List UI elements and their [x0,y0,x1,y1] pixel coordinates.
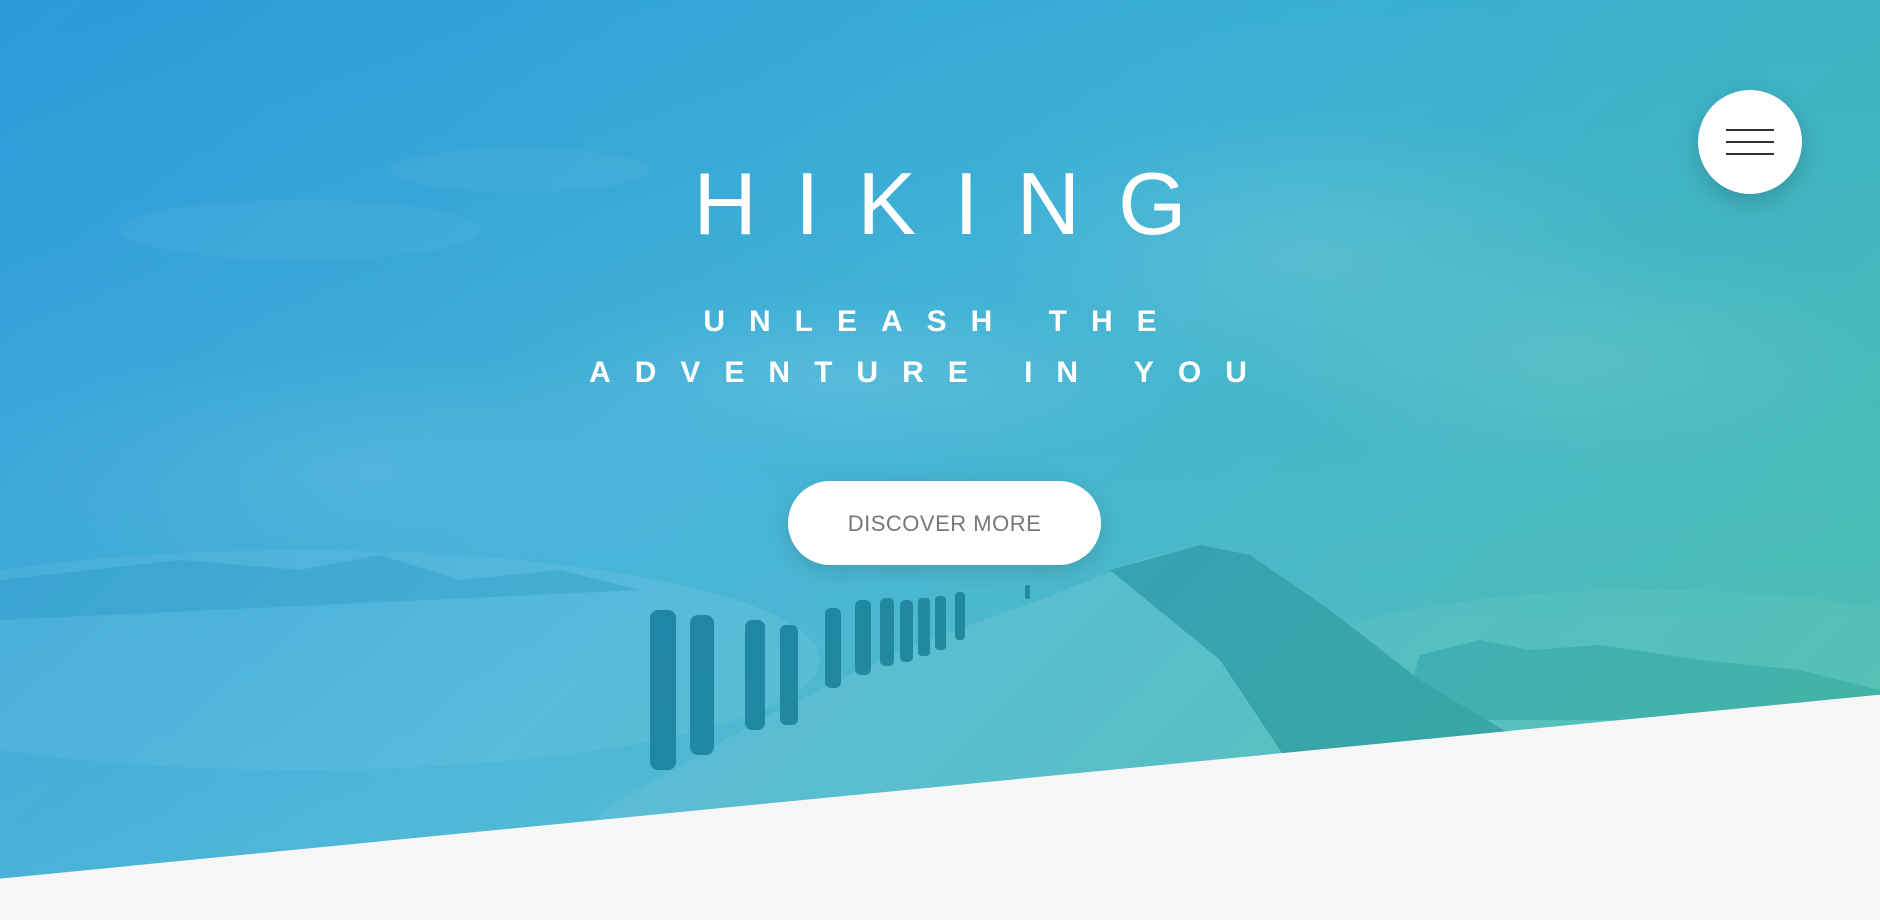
hero-gradient-overlay [0,0,1880,879]
hero-section: HIKING UNLEASH THE ADVENTURE IN YOU DISC… [0,0,1880,879]
discover-more-button[interactable]: DISCOVER MORE [788,481,1101,565]
hero-subtitle: UNLEASH THE ADVENTURE IN YOU [589,305,1271,389]
hamburger-menu-icon [1726,129,1774,155]
landing-page: HIKING UNLEASH THE ADVENTURE IN YOU DISC… [0,0,1880,920]
menu-button[interactable] [1698,90,1802,194]
hero-title: HIKING [693,154,1225,253]
